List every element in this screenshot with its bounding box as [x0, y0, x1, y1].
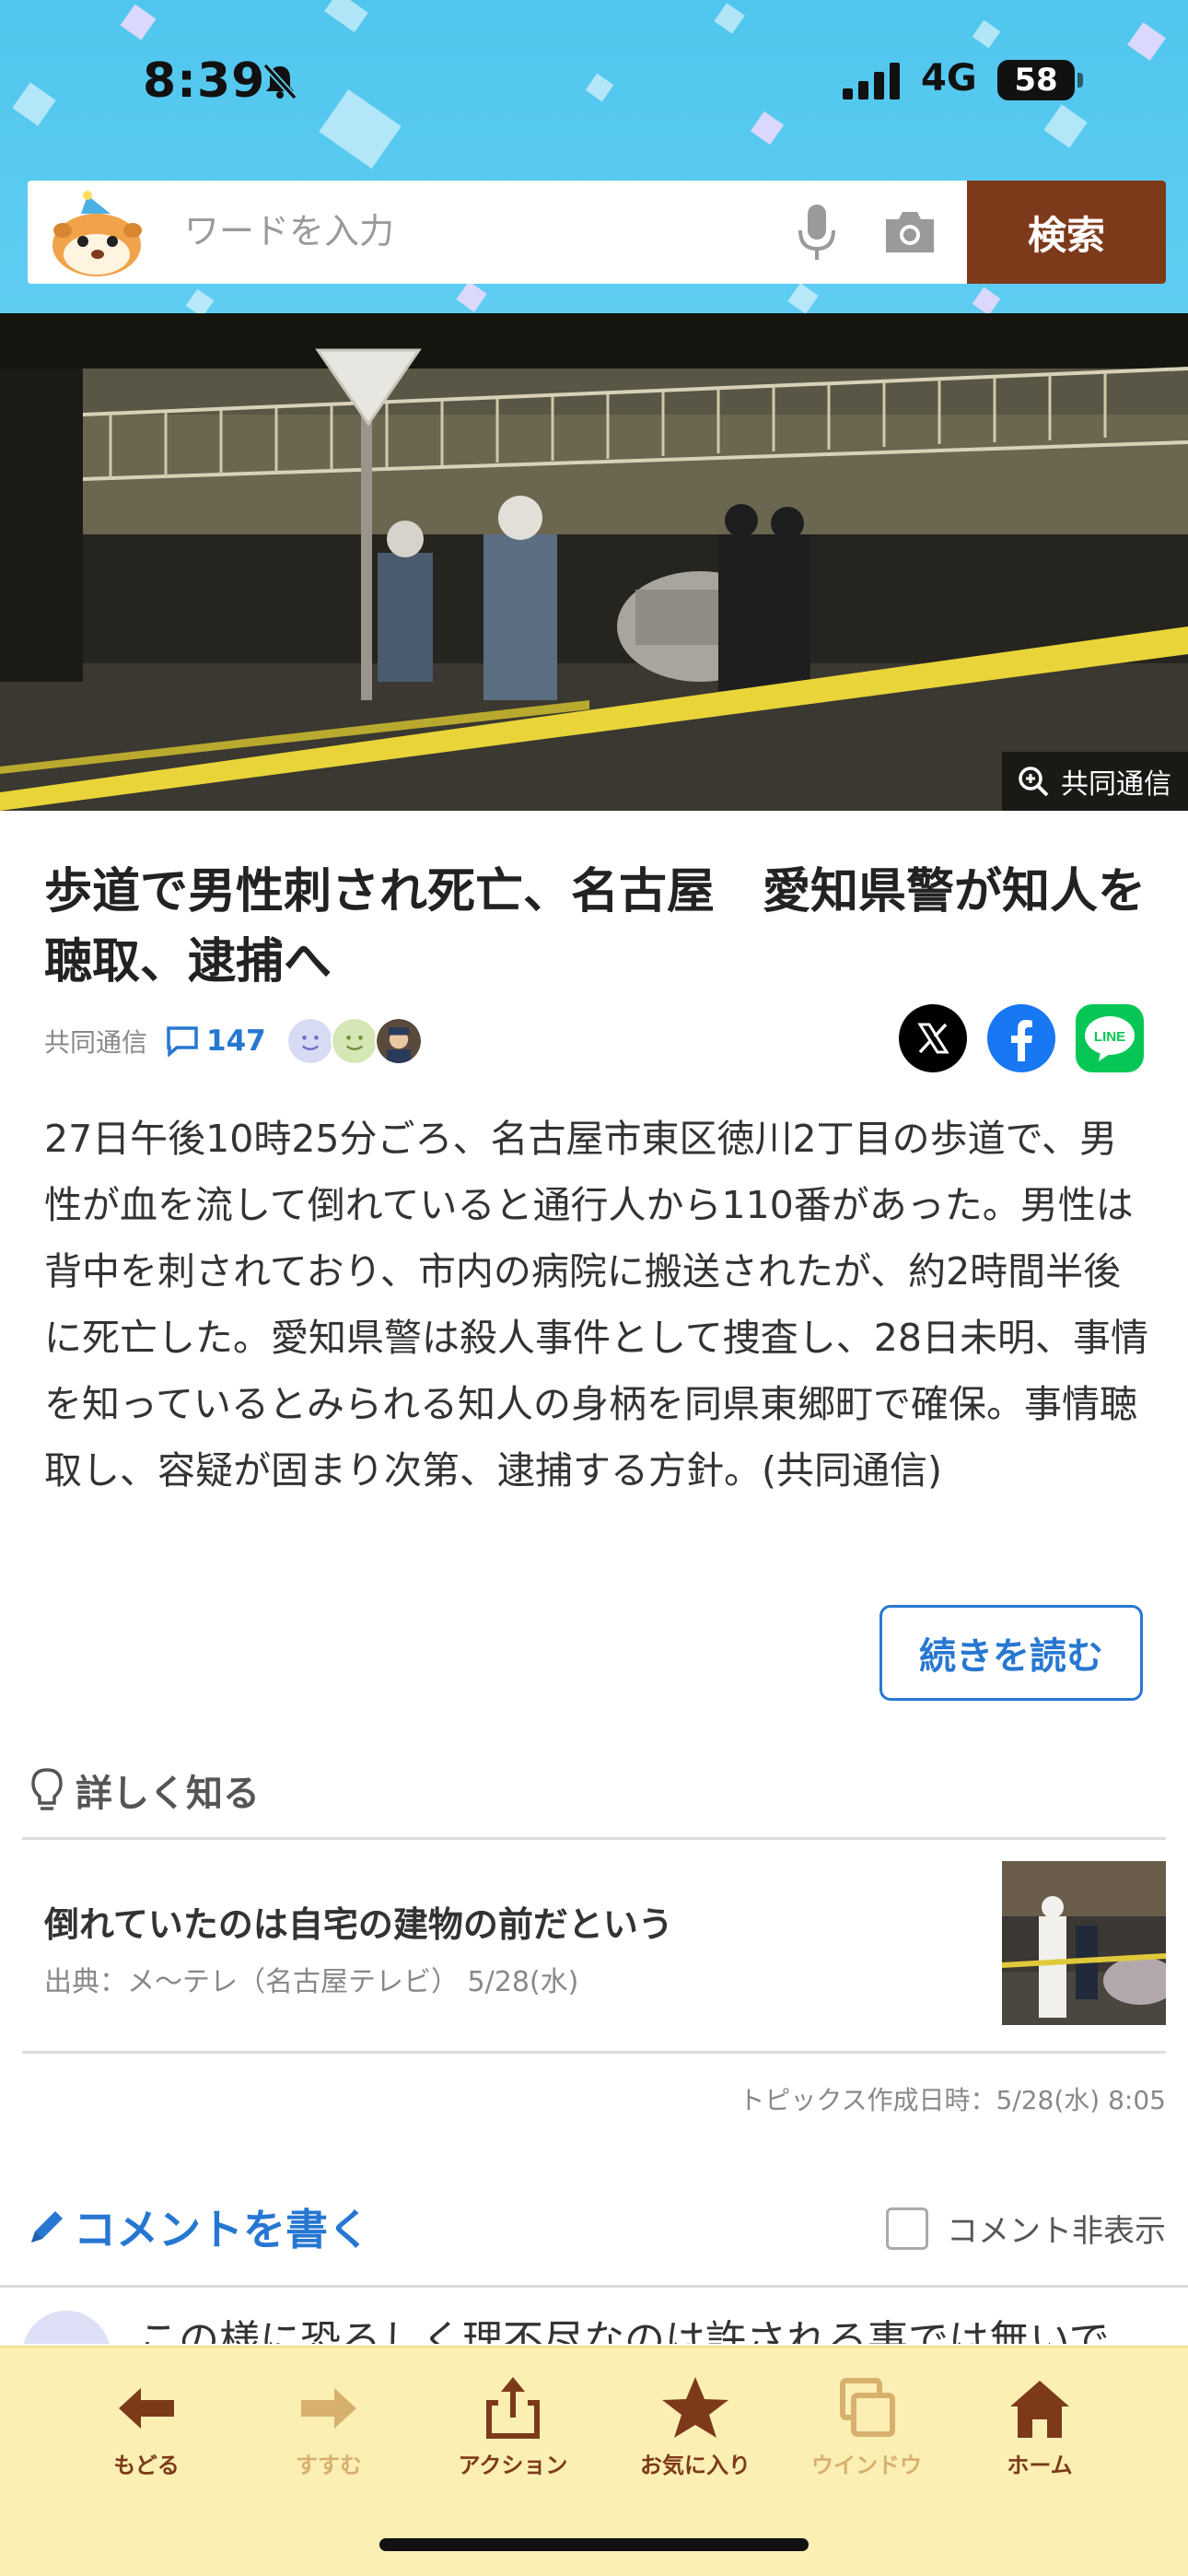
toolbar-window-button[interactable]: ウインドウ [788, 2375, 945, 2495]
comment-list-item[interactable]: この様に恐ろしく理不尽なのは許される事では無いで [0, 2289, 1188, 2344]
search-input[interactable] [184, 199, 792, 263]
status-time: 8:39 [143, 53, 266, 109]
search-bar: 検索 [28, 181, 1166, 284]
facebook-logo-icon [1011, 1020, 1032, 1061]
toolbar-label: すすむ [296, 2453, 362, 2478]
cellular-signal-icon [843, 63, 900, 100]
pencil-icon [31, 2211, 63, 2242]
toolbar-label: ホーム [1007, 2453, 1073, 2478]
toolbar-favorites-button[interactable]: お気に入り [617, 2375, 774, 2495]
share-icon [486, 2377, 540, 2439]
confetti-decoration [456, 281, 487, 312]
zoom-in-icon [1019, 767, 1049, 797]
crime-scene-photo [0, 313, 1188, 811]
related-article-item[interactable]: 倒れていたのは自宅の建物の前だという 出典：メ〜テレ（名古屋テレビ） 5/28(… [22, 1839, 1166, 2051]
avatar [285, 1017, 334, 1065]
app-header: 8:39 4G 58 ワードを入力 検索 [0, 0, 1188, 313]
windows-icon [840, 2378, 895, 2437]
read-more-button[interactable]: 続きを読む [879, 1605, 1143, 1701]
share-x-button[interactable] [899, 1004, 967, 1072]
thumbnail-photo [1002, 1861, 1166, 2025]
article-meta: 共同通信 147 [44, 1015, 423, 1067]
divider [0, 2285, 1188, 2288]
hide-comments-label: コメント非表示 [947, 2213, 1166, 2250]
toolbar-label: お気に入り [640, 2453, 751, 2478]
comment-icon [167, 1026, 198, 1057]
photo-credit[interactable]: 共同通信 [1002, 752, 1188, 811]
photo-credit-text: 共同通信 [1061, 768, 1171, 801]
x-logo-icon [917, 1023, 949, 1054]
mascot-logo-icon [52, 191, 142, 276]
comment-text: この様に恐ろしく理不尽なのは許される事では無いで [138, 2317, 1110, 2344]
microphone-icon[interactable] [792, 201, 842, 265]
home-icon [1010, 2381, 1069, 2438]
toolbar-action-button[interactable]: アクション [435, 2375, 591, 2495]
avatar [374, 1017, 423, 1065]
article-body: 27日午後10時25分ごろ、名古屋市東区徳川2丁目の歩道で、男性が血を流して倒れ… [44, 1117, 1148, 1493]
home-indicator[interactable] [379, 2538, 809, 2551]
camera-icon[interactable] [882, 206, 938, 258]
article-hero-image[interactable]: 共同通信 [0, 313, 1188, 811]
battery-indicator: 58 [997, 60, 1083, 100]
confetti-decoration [185, 288, 215, 313]
toolbar-back-button[interactable]: もどる [68, 2375, 225, 2495]
search-button[interactable]: 検索 [967, 181, 1166, 284]
commenter-avatars [285, 1017, 423, 1065]
write-comment-link[interactable]: コメントを書く [26, 2196, 370, 2257]
hide-comments-toggle[interactable]: コメント非表示 [886, 2206, 1166, 2251]
related-article-thumbnail [1002, 1861, 1166, 2025]
write-comment-label: コメントを書く [74, 2205, 370, 2254]
article-title: 歩道で男性刺され死亡、名古屋 愛知県警が知人を聴取、逮捕へ [44, 864, 1147, 989]
topics-created-time: トピックス作成日時：5/28(水) 8:05 [739, 2085, 1166, 2115]
learn-more-title: 詳しく知る [76, 1773, 260, 1815]
forward-arrow-icon [301, 2388, 356, 2429]
line-logo-icon: LINE [1085, 1016, 1135, 1061]
share-line-button[interactable]: LINE [1076, 1004, 1144, 1072]
confetti-decoration [972, 287, 1001, 313]
avatar [22, 2311, 111, 2344]
comment-count-link[interactable]: 147 [166, 1025, 266, 1058]
bell-muted-icon [262, 63, 297, 100]
lightbulb-icon [31, 1768, 63, 1810]
toolbar-label: もどる [113, 2453, 180, 2478]
network-type: 4G [921, 57, 977, 100]
related-article-title: 倒れていたのは自宅の建物の前だという [44, 1904, 673, 1945]
article-source[interactable]: 共同通信 [44, 1023, 147, 1060]
hide-comments-checkbox[interactable] [886, 2207, 928, 2250]
svg-text:LINE: LINE [1094, 1029, 1125, 1045]
divider [22, 2051, 1166, 2054]
related-source-name: 出典：メ〜テレ（名古屋テレビ） [44, 1966, 459, 1998]
related-date: 5/28(水) [467, 1966, 579, 1998]
avatar [330, 1017, 379, 1065]
share-facebook-button[interactable] [987, 1004, 1055, 1072]
toolbar-label: アクション [458, 2453, 568, 2478]
status-bar: 8:39 4G 58 [0, 0, 1188, 157]
comment-count: 147 [206, 1025, 266, 1058]
star-icon [662, 2377, 728, 2438]
toolbar-home-button[interactable]: ホーム [961, 2375, 1118, 2495]
related-article-source: 出典：メ〜テレ（名古屋テレビ） 5/28(水) [44, 1959, 578, 1999]
learn-more-header: 詳しく知る [28, 1763, 260, 1817]
toolbar-label: ウインドウ [811, 2453, 922, 2478]
confetti-decoration [787, 283, 819, 313]
toolbar-forward-button[interactable]: すすむ [250, 2375, 407, 2495]
back-arrow-icon [119, 2388, 174, 2429]
